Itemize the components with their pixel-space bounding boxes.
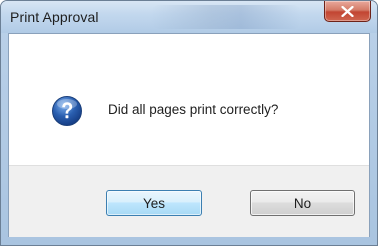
dialog-window: Print Approval Did all pages print corre…	[0, 0, 378, 246]
window-title: Print Approval	[10, 9, 99, 25]
dialog-message: Did all pages print correctly?	[108, 102, 279, 117]
title-bar[interactable]: Print Approval	[1, 1, 377, 33]
no-button[interactable]: No	[250, 190, 355, 216]
close-button[interactable]	[324, 1, 371, 22]
button-bar: Yes No	[9, 165, 369, 237]
question-icon	[52, 96, 82, 126]
close-icon	[341, 6, 354, 17]
message-area: Did all pages print correctly?	[9, 34, 369, 154]
yes-button[interactable]: Yes	[106, 190, 202, 216]
dialog-client-area: Did all pages print correctly? Yes No	[8, 33, 370, 237]
